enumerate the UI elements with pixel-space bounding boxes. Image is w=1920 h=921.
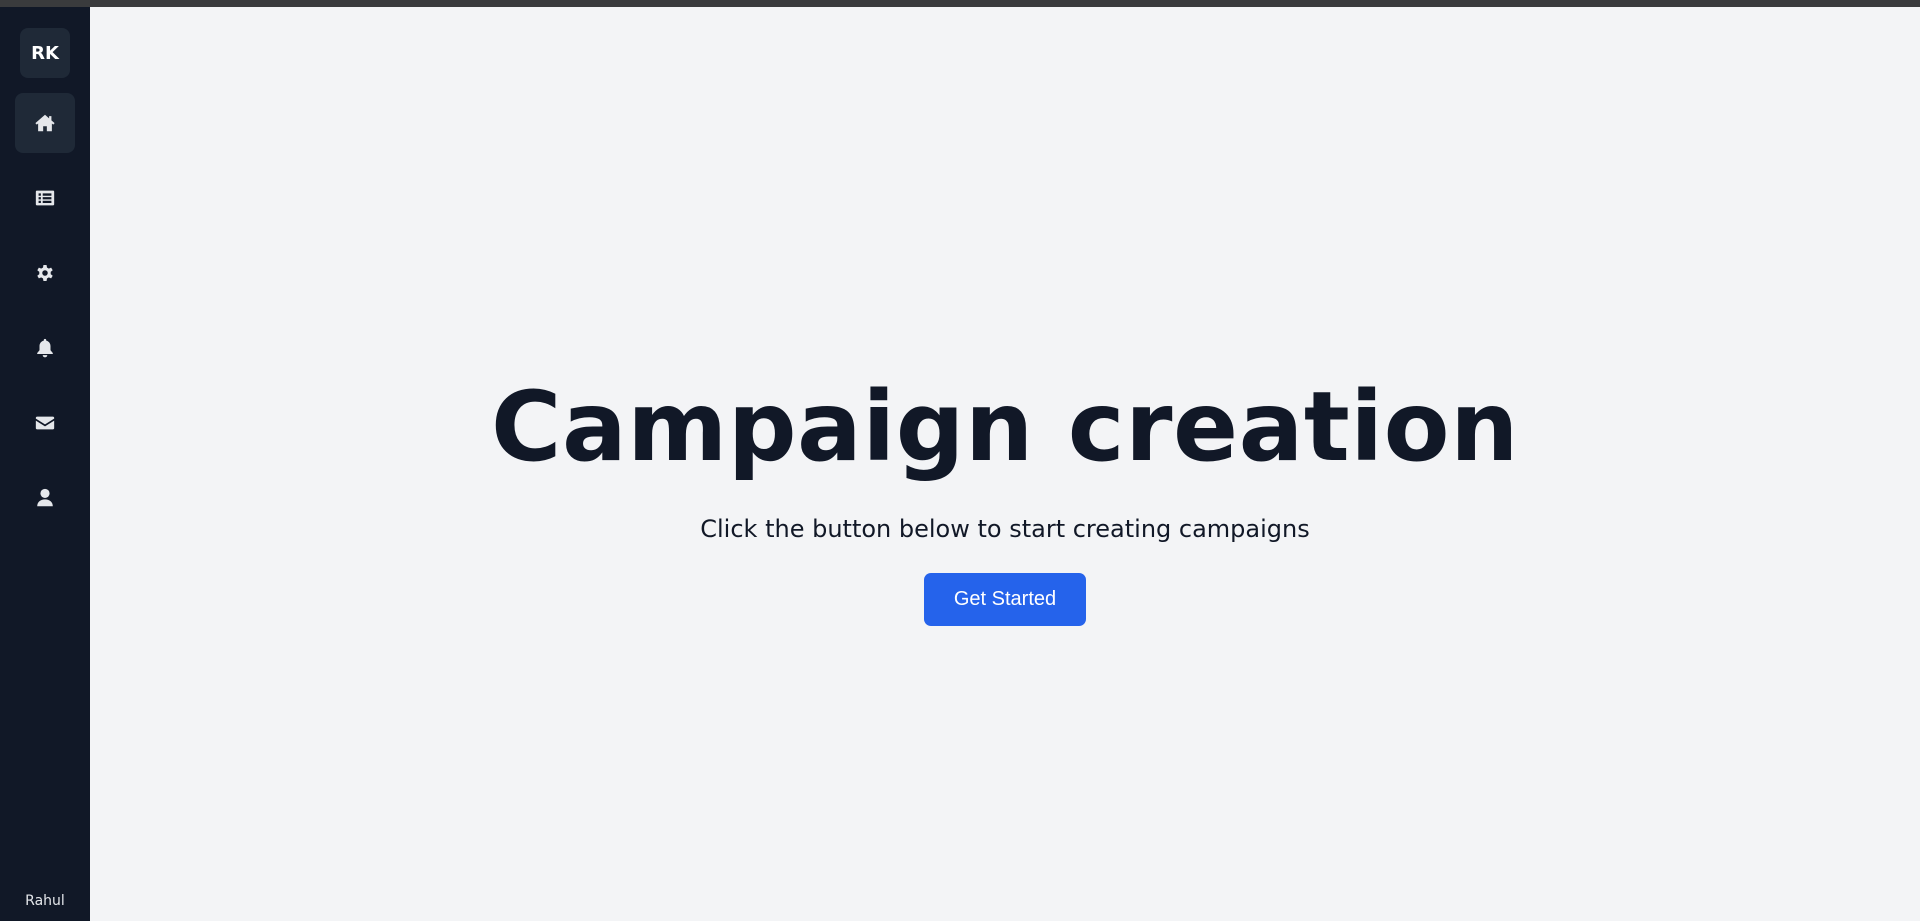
avatar[interactable]: RK (20, 28, 70, 78)
sidebar: RK Rahul (0, 7, 90, 921)
sidebar-item-list[interactable] (15, 168, 75, 228)
list-icon (35, 190, 55, 206)
main-content: Campaign creation Click the button below… (90, 7, 1920, 921)
get-started-button[interactable]: Get Started (924, 573, 1086, 626)
window-top-bar (0, 0, 1920, 7)
sidebar-item-notifications[interactable] (15, 318, 75, 378)
gear-icon (37, 265, 53, 281)
envelope-icon (35, 416, 55, 430)
user-icon (37, 488, 53, 507)
hero-section: Campaign creation Click the button below… (90, 367, 1920, 626)
sidebar-item-home[interactable] (15, 93, 75, 153)
bell-icon (37, 338, 53, 358)
sidebar-item-profile[interactable] (15, 468, 75, 528)
sidebar-item-settings[interactable] (15, 243, 75, 303)
home-icon (35, 114, 55, 132)
page-title: Campaign creation (491, 371, 1519, 483)
user-name: Rahul (25, 893, 65, 909)
sidebar-nav (15, 93, 75, 543)
page-subtitle: Click the button below to start creating… (700, 515, 1310, 543)
sidebar-item-messages[interactable] (15, 393, 75, 453)
